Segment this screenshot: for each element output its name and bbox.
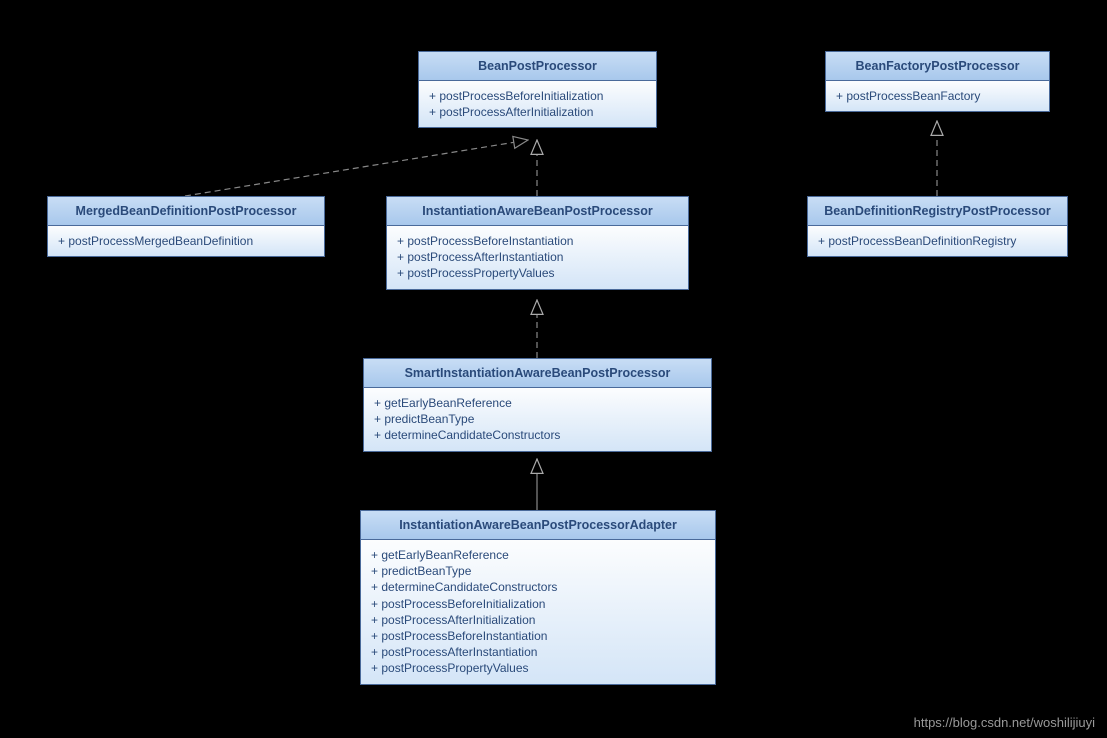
- method-item: + determineCandidateConstructors: [371, 579, 705, 595]
- class-title: InstantiationAwareBeanPostProcessorAdapt…: [361, 511, 715, 540]
- class-bean-factory-post-processor: BeanFactoryPostProcessor + postProcessBe…: [825, 51, 1050, 112]
- class-methods: + postProcessBeforeInstantiation+ postPr…: [387, 226, 688, 289]
- class-bean-definition-registry-post-processor: BeanDefinitionRegistryPostProcessor + po…: [807, 196, 1068, 257]
- method-item: + getEarlyBeanReference: [371, 547, 705, 563]
- class-methods: + getEarlyBeanReference+ predictBeanType…: [364, 388, 711, 451]
- method-item: + determineCandidateConstructors: [374, 427, 701, 443]
- class-title: BeanFactoryPostProcessor: [826, 52, 1049, 81]
- method-item: + getEarlyBeanReference: [374, 395, 701, 411]
- method-item: + postProcessBeforeInstantiation: [397, 233, 678, 249]
- class-methods: + getEarlyBeanReference+ predictBeanType…: [361, 540, 715, 684]
- class-title: BeanDefinitionRegistryPostProcessor: [808, 197, 1067, 226]
- class-title: MergedBeanDefinitionPostProcessor: [48, 197, 324, 226]
- class-smart-instantiation-aware-bean-post-processor: SmartInstantiationAwareBeanPostProcessor…: [363, 358, 712, 452]
- class-title: BeanPostProcessor: [419, 52, 656, 81]
- method-item: + postProcessAfterInstantiation: [397, 249, 678, 265]
- class-methods: + postProcessMergedBeanDefinition: [48, 226, 324, 256]
- class-merged-bean-definition-post-processor: MergedBeanDefinitionPostProcessor + post…: [47, 196, 325, 257]
- method-item: + postProcessBeanFactory: [836, 88, 1039, 104]
- class-methods: + postProcessBeanFactory: [826, 81, 1049, 111]
- method-item: + postProcessAfterInitialization: [429, 104, 646, 120]
- watermark-text: https://blog.csdn.net/woshilijiuyi: [914, 715, 1095, 730]
- method-item: + predictBeanType: [371, 563, 705, 579]
- method-item: + postProcessBeforeInitialization: [371, 596, 705, 612]
- class-instantiation-aware-bean-post-processor: InstantiationAwareBeanPostProcessor + po…: [386, 196, 689, 290]
- class-bean-post-processor: BeanPostProcessor + postProcessBeforeIni…: [418, 51, 657, 128]
- method-item: + postProcessBeforeInitialization: [429, 88, 646, 104]
- method-item: + postProcessPropertyValues: [371, 660, 705, 676]
- method-item: + postProcessAfterInitialization: [371, 612, 705, 628]
- method-item: + postProcessAfterInstantiation: [371, 644, 705, 660]
- method-item: + postProcessBeforeInstantiation: [371, 628, 705, 644]
- method-item: + predictBeanType: [374, 411, 701, 427]
- class-methods: + postProcessBeforeInitialization+ postP…: [419, 81, 656, 127]
- class-methods: + postProcessBeanDefinitionRegistry: [808, 226, 1067, 256]
- class-instantiation-aware-bean-post-processor-adapter: InstantiationAwareBeanPostProcessorAdapt…: [360, 510, 716, 685]
- method-item: + postProcessPropertyValues: [397, 265, 678, 281]
- class-title: SmartInstantiationAwareBeanPostProcessor: [364, 359, 711, 388]
- method-item: + postProcessMergedBeanDefinition: [58, 233, 314, 249]
- method-item: + postProcessBeanDefinitionRegistry: [818, 233, 1057, 249]
- class-title: InstantiationAwareBeanPostProcessor: [387, 197, 688, 226]
